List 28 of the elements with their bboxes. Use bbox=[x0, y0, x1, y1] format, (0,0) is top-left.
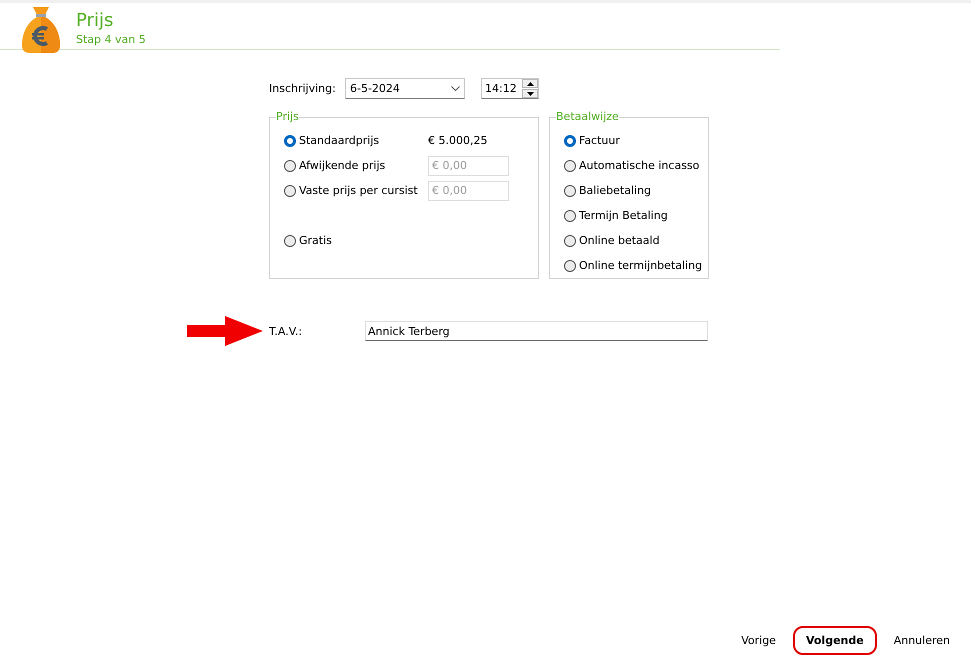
page-title: Prijs bbox=[76, 11, 114, 31]
radio-option[interactable]: Standaardprijs bbox=[284, 134, 428, 147]
radio-option[interactable]: Baliebetaling bbox=[564, 184, 708, 197]
chevron-down-icon bbox=[451, 86, 460, 91]
radio-option[interactable]: Factuur bbox=[564, 134, 708, 147]
standard-price: € 5.000,25 bbox=[428, 134, 488, 147]
step-indicator: Stap 4 van 5 bbox=[76, 33, 146, 47]
group-title: Prijs bbox=[276, 112, 299, 122]
triangle-up-icon bbox=[526, 82, 534, 86]
radio-option[interactable]: Automatische incasso bbox=[564, 159, 708, 172]
radio-option[interactable]: Online betaald bbox=[564, 234, 708, 247]
wizard-button[interactable]: Vorige bbox=[728, 626, 789, 654]
registration-label: Inschrijving: bbox=[269, 82, 337, 95]
radio-option[interactable]: Gratis bbox=[284, 234, 428, 247]
attention-field[interactable]: Annick Terberg bbox=[365, 321, 708, 341]
group-title: Betaalwijze bbox=[556, 112, 619, 122]
spin-up-button[interactable] bbox=[522, 79, 538, 88]
money-bag-icon bbox=[22, 5, 60, 53]
time-field[interactable]: 14:12 bbox=[481, 78, 539, 99]
triangle-down-icon bbox=[526, 92, 534, 96]
spin-down-button[interactable] bbox=[522, 89, 538, 98]
radio-option[interactable]: Online termijnbetaling bbox=[564, 259, 708, 272]
wizard-button[interactable]: Annuleren bbox=[880, 626, 963, 654]
wizard-button[interactable]: Volgende bbox=[792, 626, 877, 654]
attention-label: T.A.V.: bbox=[269, 324, 304, 338]
arrow-icon bbox=[187, 316, 263, 346]
radio-option[interactable]: Termijn Betaling bbox=[564, 209, 708, 222]
date-dropdown[interactable]: 6-5-2024 bbox=[345, 78, 465, 99]
